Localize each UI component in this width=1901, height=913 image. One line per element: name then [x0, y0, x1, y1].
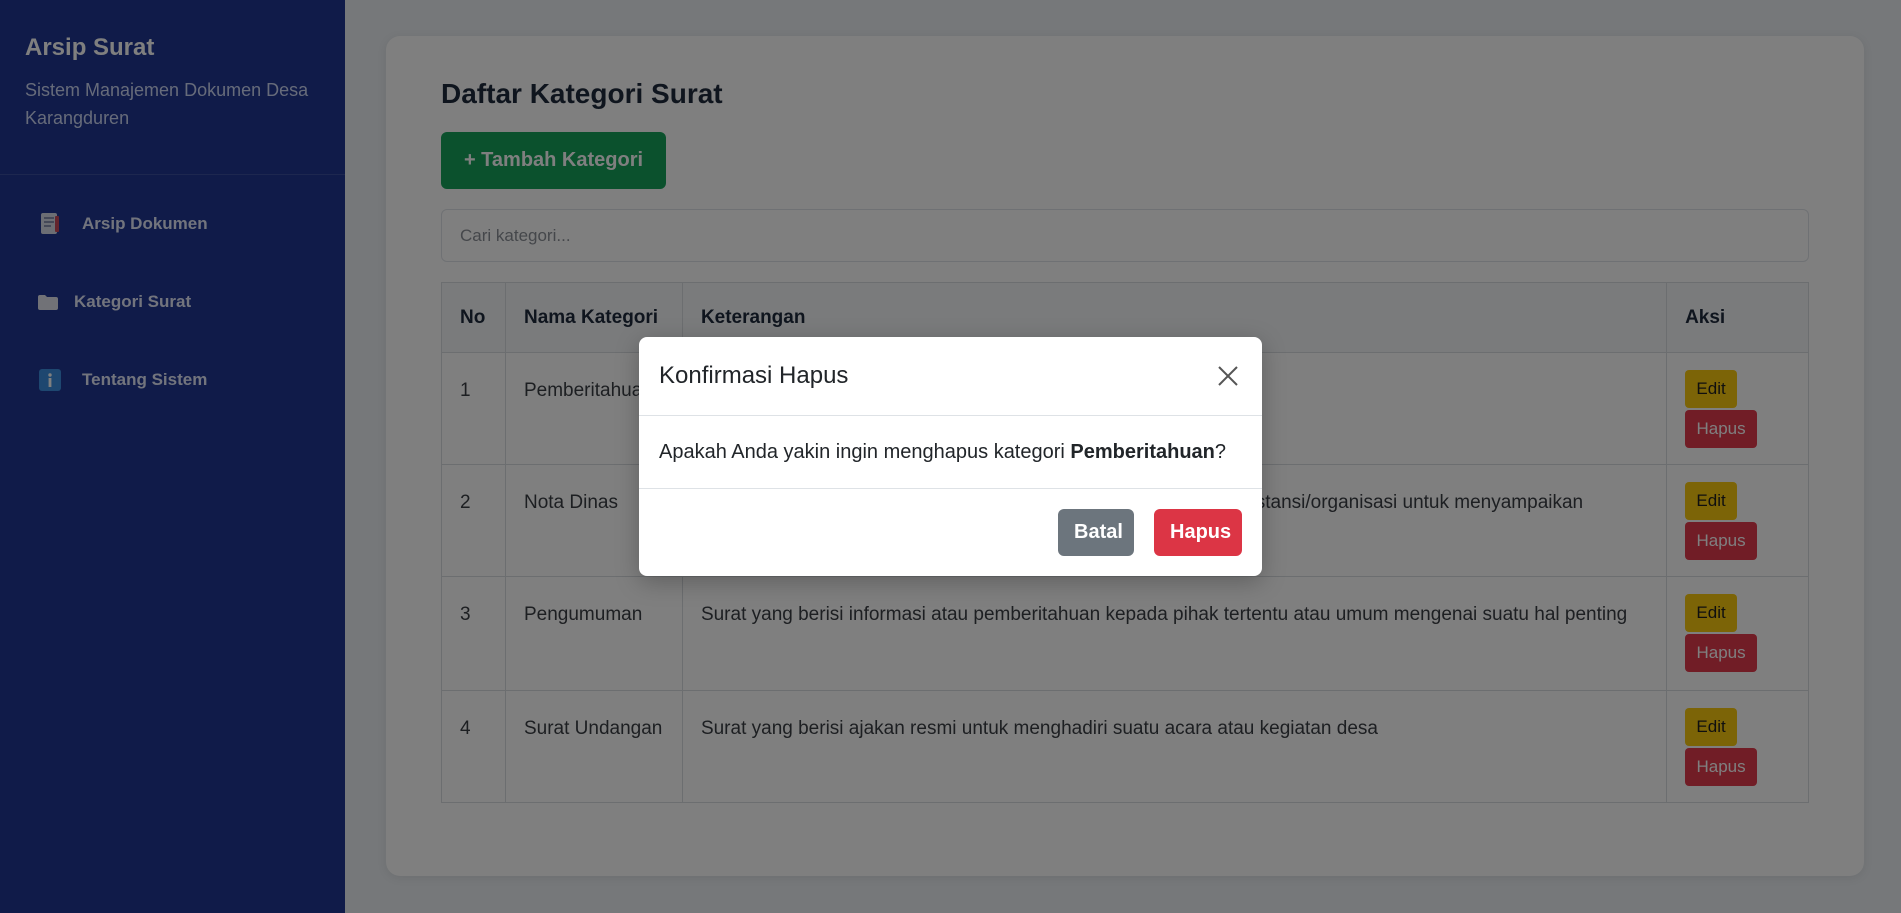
modal-title: Konfirmasi Hapus: [659, 362, 849, 389]
modal-message-target: Pemberitahuan: [1070, 440, 1215, 463]
delete-confirm-modal: Konfirmasi Hapus Apakah Anda yakin ingin…: [639, 337, 1262, 576]
modal-header: Konfirmasi Hapus: [639, 337, 1262, 416]
modal-message-prefix: Apakah Anda yakin ingin menghapus katego…: [659, 440, 1071, 463]
app: Arsip Surat Sistem Manajemen Dokumen Des…: [0, 0, 1901, 913]
modal-message-suffix: ?: [1214, 440, 1227, 463]
confirm-delete-button[interactable]: Hapus: [1154, 509, 1242, 556]
close-icon[interactable]: [1214, 362, 1242, 390]
modal-message: Apakah Anda yakin ingin menghapus katego…: [659, 441, 1226, 464]
modal-body: Apakah Anda yakin ingin menghapus katego…: [639, 416, 1262, 489]
modal-footer: Batal Hapus: [639, 489, 1262, 576]
cancel-button[interactable]: Batal: [1058, 509, 1134, 556]
